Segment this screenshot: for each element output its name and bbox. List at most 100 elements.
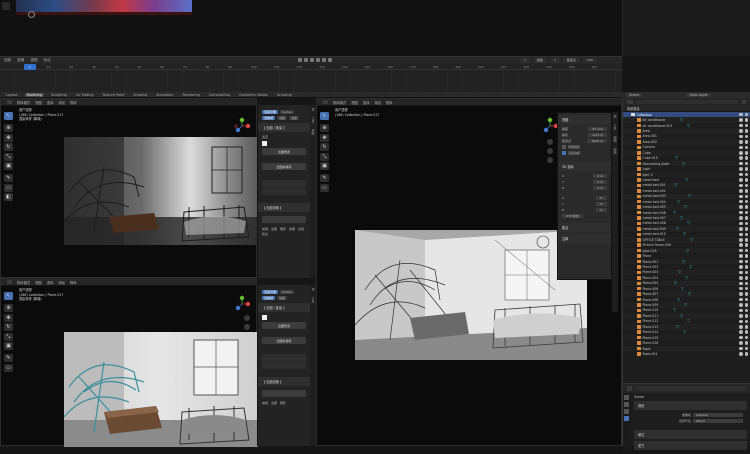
camera-render-icon[interactable] — [744, 129, 748, 133]
camera-render-icon[interactable] — [744, 248, 748, 253]
cb-label-2[interactable]: 全部 — [271, 401, 277, 405]
pan-icon[interactable] — [244, 324, 250, 330]
menu-select[interactable]: 选择 — [363, 100, 370, 105]
modifier-icon[interactable]: ▽ — [673, 308, 676, 312]
next-key-icon[interactable] — [322, 58, 326, 62]
modifier-icon[interactable]: ▽ — [680, 118, 683, 122]
editor-type-icon[interactable] — [7, 100, 12, 104]
outliner-search-input[interactable] — [636, 100, 739, 104]
menu-add[interactable]: 添加 — [58, 100, 65, 105]
eye-icon[interactable] — [739, 232, 743, 237]
eye-icon[interactable] — [739, 118, 743, 122]
cb-label-3[interactable]: 阴影 — [280, 227, 286, 231]
camera-render-icon[interactable] — [744, 276, 748, 280]
animation-button[interactable]: 动画 — [277, 116, 288, 120]
eye-icon[interactable] — [739, 199, 743, 204]
modifier-icon[interactable]: ▽ — [677, 297, 680, 302]
render-region-checkbox[interactable] — [562, 151, 566, 155]
blank-slot-2[interactable] — [262, 188, 306, 195]
eye-icon[interactable] — [739, 325, 743, 329]
timeline-menu-view[interactable]: 视图 — [30, 58, 37, 63]
camera-render-icon[interactable] — [744, 216, 748, 220]
move-tool-icon[interactable]: ✥ — [4, 133, 13, 142]
eye-icon[interactable] — [739, 129, 743, 133]
timeline-menu-marker[interactable]: 标记 — [44, 58, 51, 63]
camera-render-icon[interactable] — [744, 232, 748, 237]
pan-icon[interactable] — [547, 148, 553, 154]
eye-icon[interactable] — [739, 292, 743, 296]
modifier-icon[interactable]: ▽ — [684, 303, 687, 307]
cb-label-3[interactable]: 阴影 — [280, 401, 286, 405]
cursor-tool-icon[interactable]: ⊕ — [320, 124, 329, 132]
clip-start-field[interactable]: 0.01 m — [588, 133, 607, 137]
camera-render-icon[interactable] — [744, 161, 748, 166]
camera-render-icon[interactable] — [744, 167, 748, 171]
move-tool-icon[interactable]: ✥ — [320, 133, 329, 142]
eye-icon[interactable] — [739, 134, 743, 139]
camera-field[interactable]: Camera — [693, 413, 743, 417]
mode-selector[interactable]: 物体模式 — [17, 280, 30, 285]
viewport-bottom-left[interactable]: 物体模式 视图 选择 添加 物体 用户透视 (166) Collection |… — [0, 278, 258, 447]
output-tab-icon[interactable] — [624, 409, 629, 414]
eye-icon[interactable] — [739, 286, 743, 291]
menu-add[interactable]: 添加 — [58, 280, 65, 285]
sidebar-tab-tool[interactable]: 工具 — [310, 114, 315, 126]
eye-icon[interactable] — [739, 151, 743, 155]
eye-icon[interactable] — [739, 178, 743, 182]
setting-button-1[interactable] — [262, 216, 306, 223]
eye-icon[interactable] — [739, 346, 743, 351]
render-tab-icon[interactable] — [624, 402, 629, 407]
sidebar-tab-edit[interactable]: 编辑 — [612, 145, 617, 157]
menu-view[interactable]: 视图 — [351, 100, 358, 105]
camera-render-icon[interactable] — [744, 297, 748, 302]
collections-section[interactable]: 集合 — [558, 223, 611, 232]
modifier-icon[interactable]: ▽ — [673, 210, 676, 215]
render-save-button[interactable]: 出图并保存 — [262, 337, 306, 344]
modifier-icon[interactable]: ▽ — [684, 205, 687, 209]
cb-label-1[interactable]: 常用 — [262, 401, 268, 405]
menu-object[interactable]: 物体 — [386, 100, 393, 105]
select-tool-icon[interactable]: ↖ — [320, 112, 329, 120]
camera-render-icon[interactable] — [744, 265, 748, 269]
animation-button[interactable]: 动画 — [277, 296, 288, 300]
camera-render-icon[interactable] — [744, 145, 748, 150]
modifier-icon[interactable]: ▽ — [687, 123, 690, 128]
camera-render-icon[interactable] — [744, 308, 748, 313]
render-save-button[interactable]: 出图并保存 — [262, 163, 306, 170]
clip-end-field[interactable]: 1000 m — [587, 139, 607, 143]
eye-icon[interactable] — [739, 335, 743, 340]
rotate-tool-icon[interactable]: ↻ — [4, 143, 13, 151]
viewport-top-left[interactable]: 物体模式 视图 选择 添加 物体 用户透视 (166) Collection |… — [0, 98, 258, 278]
eye-icon[interactable] — [739, 303, 743, 307]
sidebar-tab-item[interactable]: 项 — [612, 112, 617, 121]
sidebar-tab-item[interactable]: 项 — [310, 105, 315, 114]
mode-selector[interactable]: 物体模式 — [333, 100, 346, 105]
eye-icon[interactable] — [739, 189, 743, 193]
measure-tool-icon[interactable]: ▭ — [4, 363, 13, 372]
sidebar-tab-tool[interactable]: 工具 — [310, 294, 315, 306]
editor-type-icon[interactable] — [7, 280, 12, 284]
start-frame-field[interactable]: 1 — [549, 58, 560, 63]
annotate-tool-icon[interactable]: ✎ — [4, 174, 13, 182]
workspace-tab-uv-editing[interactable]: UV Editing — [74, 93, 96, 97]
properties-type-icon[interactable] — [627, 386, 632, 391]
camera-render-icon[interactable] — [744, 156, 748, 160]
focal-length-field[interactable]: 50 mm — [588, 127, 607, 131]
rotate-tool-icon[interactable]: ↻ — [320, 143, 329, 151]
cycles-button[interactable]: Cycles — [280, 110, 294, 114]
workspace-tab-texture-paint[interactable]: Texture Paint — [101, 93, 127, 97]
menu-object[interactable]: 物体 — [70, 100, 77, 105]
menu-object[interactable]: 物体 — [70, 280, 77, 285]
scale-tool-icon[interactable]: ⤡ — [4, 152, 13, 161]
sidebar-tab-view[interactable]: 视图 — [612, 133, 617, 145]
setting-button-1[interactable] — [262, 390, 306, 397]
view-section-title[interactable]: 视图 — [558, 115, 611, 124]
measure-tool-icon[interactable]: ▭ — [320, 183, 329, 192]
eye-icon[interactable] — [739, 254, 743, 258]
section-batch[interactable]: 【 出图 / 批量 】 — [258, 123, 310, 132]
transform-tool-icon[interactable]: ▣ — [320, 162, 329, 170]
current-frame-field[interactable]: 1 — [520, 58, 530, 63]
editor-type-icon[interactable] — [323, 100, 328, 104]
cursor-tool-icon[interactable]: ⊕ — [4, 304, 13, 312]
modifier-icon[interactable]: ▽ — [687, 319, 690, 323]
